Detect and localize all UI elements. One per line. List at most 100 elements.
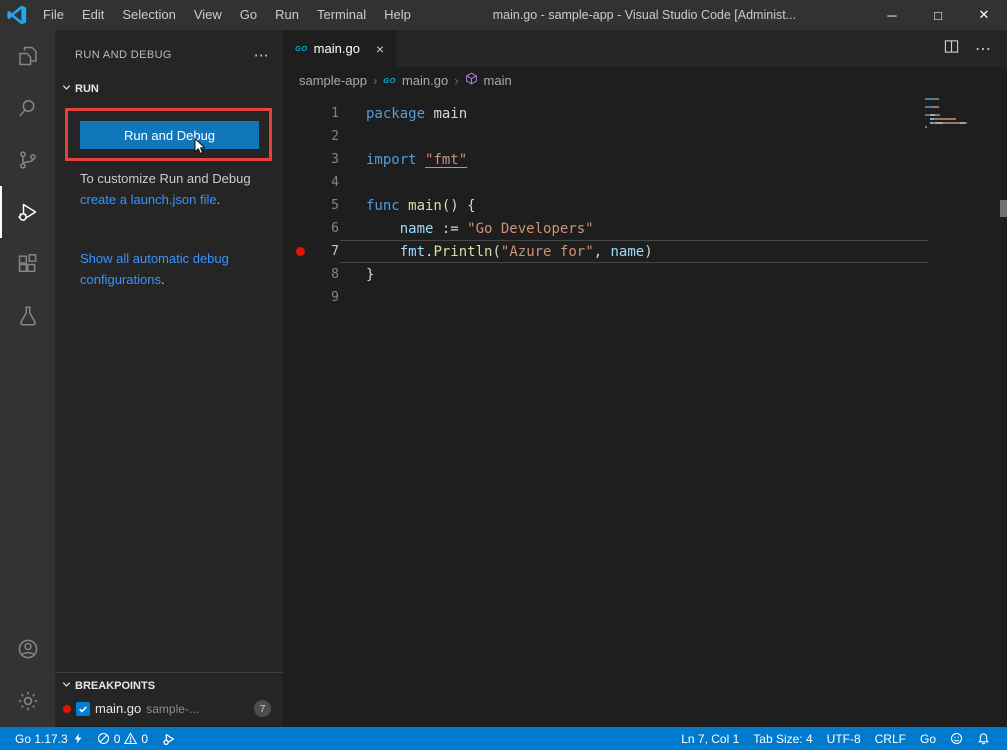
code-line-3[interactable]: 3import "fmt" [283, 148, 1007, 171]
error-count: 0 [114, 732, 121, 746]
code-line-4[interactable]: 4 [283, 171, 1007, 194]
code-text: package main [339, 106, 467, 122]
warning-count: 0 [141, 732, 148, 746]
code-line-6[interactable]: 6 name := "Go Developers" [283, 217, 1007, 240]
breadcrumb-separator: › [373, 73, 377, 88]
glyph-margin[interactable] [283, 247, 317, 256]
activity-search-icon[interactable] [0, 82, 55, 134]
problems-status[interactable]: 0 0 [90, 727, 155, 750]
line-number: 7 [317, 244, 339, 259]
settings-gear-icon[interactable] [0, 675, 55, 727]
accounts-icon[interactable] [0, 623, 55, 675]
eol-status[interactable]: CRLF [868, 727, 913, 750]
error-icon [97, 732, 110, 745]
tab-main-go[interactable]: GO main.go × [283, 30, 396, 67]
tab-bar: GO main.go × ⋯ [283, 30, 1007, 67]
menu-view[interactable]: View [185, 0, 231, 30]
line-number: 4 [317, 175, 339, 190]
launch-json-link[interactable]: create a launch.json file [80, 192, 217, 207]
activity-bar [0, 30, 55, 727]
go-file-icon: GO [383, 76, 396, 85]
breakpoint-list-item[interactable]: main.go sample-... 7 [55, 693, 283, 717]
hint-post: . [217, 192, 221, 207]
breadcrumb-sample-app[interactable]: sample-app [299, 73, 367, 88]
editor-more-actions-icon[interactable]: ⋯ [975, 39, 991, 59]
breakpoint-checkbox[interactable] [76, 702, 90, 716]
line-number: 2 [317, 129, 339, 144]
vscode-window: FileEditSelectionViewGoRunTerminalHelp m… [0, 0, 1007, 750]
run-and-debug-button[interactable]: Run and Debug [80, 121, 259, 149]
feedback-icon[interactable] [943, 727, 970, 750]
breadcrumb: sample-app › GO main.go › main [283, 67, 1007, 93]
warning-icon [124, 732, 137, 745]
split-editor-icon[interactable] [944, 39, 959, 59]
menu-help[interactable]: Help [375, 0, 420, 30]
line-number: 5 [317, 198, 339, 213]
encoding-status[interactable]: UTF-8 [820, 727, 868, 750]
window-controls: ─ □ ✕ [869, 0, 1007, 30]
menu-file[interactable]: File [34, 0, 73, 30]
window-title: main.go - sample-app - Visual Studio Cod… [420, 8, 869, 22]
breakpoint-dot-icon[interactable] [296, 247, 305, 256]
code-line-1[interactable]: 1package main [283, 102, 1007, 125]
line-number: 9 [317, 290, 339, 305]
activity-run-and-debug-icon[interactable] [0, 186, 55, 238]
go-version-label: Go 1.17.3 [15, 732, 68, 746]
editor-actions: ⋯ [944, 30, 1007, 67]
activity-source-control-icon[interactable] [0, 134, 55, 186]
show-all-configs-link[interactable]: Show all automatic debug configurations [80, 251, 229, 287]
breadcrumb-main[interactable]: main [484, 73, 512, 88]
breakpoint-dot-icon [63, 705, 71, 713]
breakpoints-header[interactable]: BREAKPOINTS [55, 673, 283, 693]
run-and-debug-panel: RUN AND DEBUG ⋯ RUN Run and Debug To cus… [55, 30, 283, 727]
code-line-7[interactable]: 7 fmt.Println("Azure for", name) [283, 240, 1007, 263]
menu-edit[interactable]: Edit [73, 0, 113, 30]
activity-testing-icon[interactable] [0, 290, 55, 342]
go-version-status[interactable]: Go 1.17.3 [8, 727, 90, 750]
code-line-2[interactable]: 2 [283, 125, 1007, 148]
language-mode-status[interactable]: Go [913, 727, 943, 750]
menu-run[interactable]: Run [266, 0, 308, 30]
breakpoints-label: BREAKPOINTS [75, 680, 155, 692]
breadcrumb-separator: › [454, 73, 458, 88]
go-file-icon: GO [295, 44, 308, 53]
run-section-label: RUN [75, 83, 99, 95]
code-text: } [339, 267, 374, 283]
maximize-button[interactable]: □ [915, 0, 961, 30]
editor-area: GO main.go × ⋯ sample-app › GO main.go ›… [283, 30, 1007, 727]
activity-explorer-icon[interactable] [0, 30, 55, 82]
editor-scrollbar-thumb[interactable] [1000, 200, 1007, 217]
code-text: name := "Go Developers" [339, 221, 594, 237]
code-line-8[interactable]: 8} [283, 263, 1007, 286]
breadcrumb-main-go[interactable]: main.go [402, 73, 448, 88]
cursor-position-status[interactable]: Ln 7, Col 1 [674, 727, 746, 750]
close-button[interactable]: ✕ [961, 0, 1007, 30]
menu-terminal[interactable]: Terminal [308, 0, 375, 30]
minimize-button[interactable]: ─ [869, 0, 915, 30]
code-line-9[interactable]: 9 [283, 286, 1007, 309]
indentation-status[interactable]: Tab Size: 4 [746, 727, 819, 750]
title-bar: FileEditSelectionViewGoRunTerminalHelp m… [0, 0, 1007, 30]
sidebar-header: RUN AND DEBUG ⋯ [55, 30, 283, 70]
run-section-header[interactable]: RUN [61, 82, 99, 96]
activity-extensions-icon[interactable] [0, 238, 55, 290]
notifications-bell-icon[interactable] [970, 727, 997, 750]
code-text: func main() { [339, 198, 476, 214]
code-line-5[interactable]: 5func main() { [283, 194, 1007, 217]
code-text: fmt.Println("Azure for", name) [339, 244, 653, 260]
breakpoints-section: BREAKPOINTS main.go sample-... 7 [55, 672, 283, 727]
line-number: 8 [317, 267, 339, 282]
menu-selection[interactable]: Selection [113, 0, 184, 30]
line-number: 1 [317, 106, 339, 121]
customize-hint-text: To customize Run and Debug create a laun… [80, 168, 266, 210]
vscode-logo-icon [0, 5, 34, 25]
menu-go[interactable]: Go [231, 0, 266, 30]
minimap[interactable] [925, 98, 995, 134]
tab-close-icon[interactable]: × [376, 41, 384, 57]
sidebar-title: RUN AND DEBUG [75, 49, 254, 61]
code-lines: 1package main23import "fmt"45func main()… [283, 93, 1007, 309]
code-area[interactable]: 1package main23import "fmt"45func main()… [283, 93, 1007, 727]
sidebar-more-actions-icon[interactable]: ⋯ [254, 46, 269, 64]
chevron-down-icon [61, 82, 72, 96]
debug-status[interactable] [155, 727, 183, 750]
